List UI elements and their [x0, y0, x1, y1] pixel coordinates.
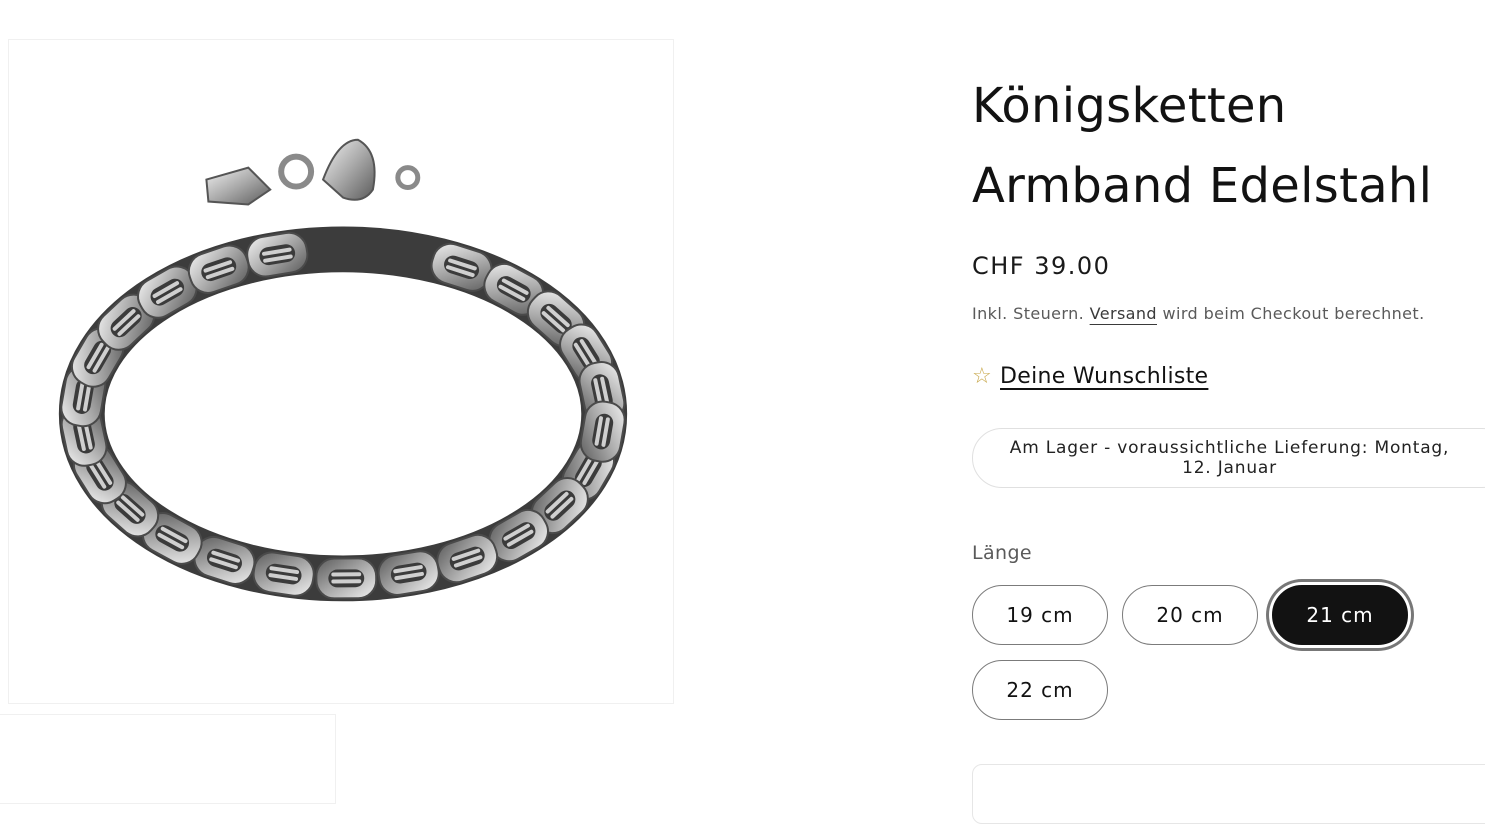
star-outline-icon: ☆ — [972, 364, 993, 389]
product-title-line1: Königsketten — [972, 78, 1287, 134]
product-image-main[interactable] — [8, 39, 674, 704]
product-title-line2: Armband Edelstahl — [972, 158, 1433, 214]
length-option-21cm[interactable]: 21 cm — [1272, 585, 1408, 645]
stock-line2: 12. Januar — [1182, 458, 1277, 478]
tax-prefix: Inkl. Steuern. — [972, 304, 1085, 323]
stock-status-badge: Am Lager - voraussichtliche Lieferung: M… — [972, 428, 1485, 488]
length-option-20cm[interactable]: 20 cm — [1122, 585, 1258, 645]
chain-link — [315, 557, 378, 600]
length-option-22cm[interactable]: 22 cm — [972, 660, 1108, 720]
shipping-link[interactable]: Versand — [1090, 304, 1157, 323]
quantity-box[interactable] — [972, 764, 1485, 824]
tax-note: Inkl. Steuern. Versand wird beim Checkou… — [972, 304, 1425, 323]
stock-line1: Am Lager - voraussichtliche Lieferung: M… — [1009, 438, 1450, 458]
stock-status-text: Am Lager - voraussichtliche Lieferung: M… — [973, 438, 1485, 478]
product-price: CHF 39.00 — [972, 252, 1111, 280]
length-option-19cm[interactable]: 19 cm — [972, 585, 1108, 645]
wishlist-link[interactable]: ☆ Deine Wunschliste — [972, 364, 1208, 389]
tax-suffix: wird beim Checkout berechnet. — [1162, 304, 1425, 323]
bracelet-image — [58, 138, 628, 602]
length-option-label: Länge — [972, 542, 1033, 564]
wishlist-label: Deine Wunschliste — [1000, 364, 1209, 389]
product-title: Königsketten Armband Edelstahl — [972, 66, 1485, 226]
